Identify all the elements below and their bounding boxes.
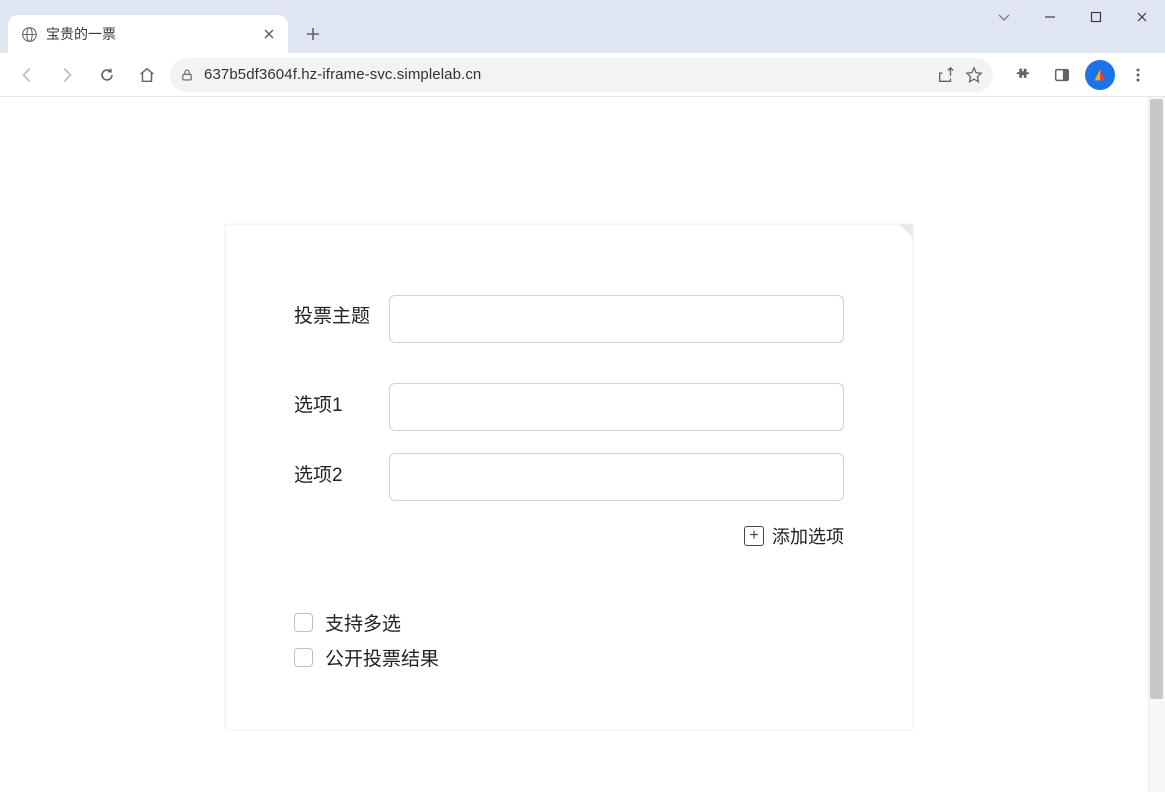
- maximize-button[interactable]: [1073, 0, 1119, 34]
- star-icon[interactable]: [965, 66, 983, 84]
- menu-button[interactable]: [1121, 58, 1155, 92]
- sidepanel-button[interactable]: [1045, 58, 1079, 92]
- form-row-option2: 选项2: [294, 453, 844, 501]
- browser-tab[interactable]: 宝贵的一票: [8, 15, 288, 53]
- profile-avatar[interactable]: [1085, 60, 1115, 90]
- reload-button[interactable]: [90, 58, 124, 92]
- plus-icon: +: [744, 526, 764, 546]
- window-controls: [981, 0, 1165, 34]
- minimize-button[interactable]: [1027, 0, 1073, 34]
- public-result-row[interactable]: 公开投票结果: [294, 644, 844, 671]
- voting-form-panel: 投票主题 选项1 选项2 + 添加选项 支持多选 公开投票结果: [225, 224, 913, 730]
- lock-icon: [180, 68, 194, 82]
- public-result-label: 公开投票结果: [325, 644, 439, 671]
- panel-fold-corner: [899, 224, 913, 238]
- add-option-button[interactable]: + 添加选项: [294, 523, 844, 549]
- multi-select-label: 支持多选: [325, 609, 401, 636]
- extensions-button[interactable]: [1005, 58, 1039, 92]
- topic-label: 投票主题: [294, 295, 389, 331]
- back-button[interactable]: [10, 58, 44, 92]
- multi-select-checkbox[interactable]: [294, 613, 313, 632]
- home-button[interactable]: [130, 58, 164, 92]
- add-option-label: 添加选项: [772, 523, 844, 549]
- scrollbar-thumb[interactable]: [1150, 99, 1163, 699]
- new-tab-button[interactable]: [298, 19, 328, 49]
- form-row-option1: 选项1: [294, 383, 844, 431]
- browser-toolbar: 637b5df3604f.hz-iframe-svc.simplelab.cn: [0, 53, 1165, 97]
- chevron-down-icon[interactable]: [981, 0, 1027, 34]
- option2-input[interactable]: [389, 453, 844, 501]
- topic-input[interactable]: [389, 295, 844, 343]
- option2-label: 选项2: [294, 453, 389, 491]
- share-icon[interactable]: [937, 66, 955, 84]
- tab-title: 宝贵的一票: [46, 24, 252, 44]
- multi-select-row[interactable]: 支持多选: [294, 609, 844, 636]
- scrollbar[interactable]: [1148, 97, 1165, 792]
- close-window-button[interactable]: [1119, 0, 1165, 34]
- public-result-checkbox[interactable]: [294, 648, 313, 667]
- forward-button[interactable]: [50, 58, 84, 92]
- close-tab-icon[interactable]: [260, 25, 278, 43]
- option1-label: 选项1: [294, 383, 389, 421]
- toolbar-right-actions: [1005, 58, 1155, 92]
- form-row-topic: 投票主题: [294, 295, 844, 343]
- page-viewport: 投票主题 选项1 选项2 + 添加选项 支持多选 公开投票结果: [0, 97, 1165, 792]
- url-text: 637b5df3604f.hz-iframe-svc.simplelab.cn: [204, 66, 927, 83]
- option1-input[interactable]: [389, 383, 844, 431]
- globe-icon: [20, 25, 38, 43]
- address-bar[interactable]: 637b5df3604f.hz-iframe-svc.simplelab.cn: [170, 58, 993, 92]
